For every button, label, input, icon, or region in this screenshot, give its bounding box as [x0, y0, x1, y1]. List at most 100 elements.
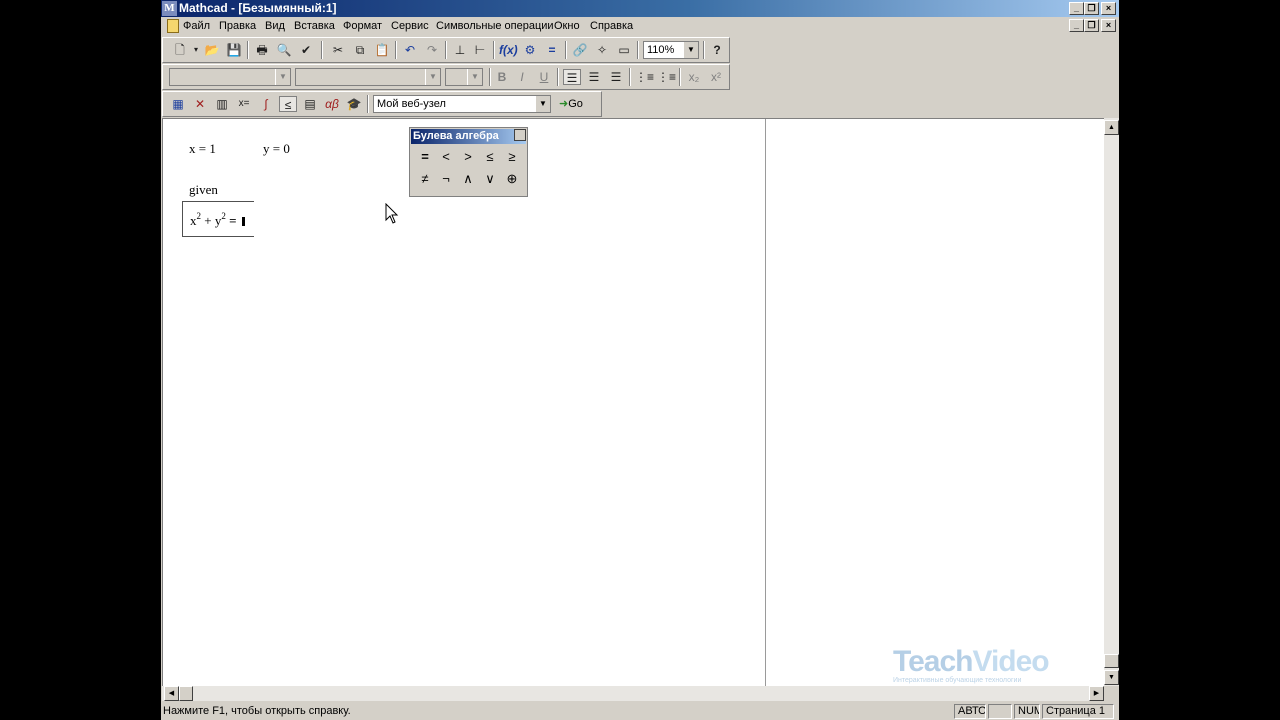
chevron-down-icon[interactable]: ▼	[683, 42, 698, 58]
web-url-select[interactable]: Мой веб-узел ▼	[373, 95, 551, 113]
bool-greater-button[interactable]: >	[458, 147, 478, 167]
go-button[interactable]: ➜Go	[559, 96, 583, 112]
calculator-palette-icon[interactable]: ▦	[169, 96, 187, 112]
status-hint: Нажмите F1, чтобы открыть справку.	[163, 705, 351, 717]
vertical-scrollbar[interactable]: ▲ ▼	[1104, 118, 1119, 686]
insert-function-icon[interactable]: f(x)	[499, 42, 518, 58]
doc-close-button[interactable]: ×	[1101, 19, 1116, 32]
matrix-palette-icon[interactable]: ▥	[213, 96, 231, 112]
eq-x-exponent: 2	[196, 211, 202, 221]
bool-less-equal-button[interactable]: ≤	[480, 147, 500, 167]
programming-palette-icon[interactable]: ▤	[301, 96, 319, 112]
menu-format[interactable]: Формат	[343, 20, 382, 33]
mathcad-app-icon[interactable]: M	[162, 1, 177, 16]
zoom-select[interactable]: 110% ▼	[643, 41, 699, 59]
symbolic-palette-icon[interactable]: 🎓	[345, 96, 363, 112]
chevron-down-icon[interactable]: ▼	[535, 96, 550, 112]
menu-insert[interactable]: Вставка	[294, 20, 335, 33]
scroll-down-icon[interactable]: ▼	[1104, 670, 1119, 685]
help-icon[interactable]: ?	[708, 42, 726, 58]
menu-window[interactable]: Окно	[554, 20, 580, 33]
scroll-corner	[1104, 686, 1119, 701]
horizontal-scroll-thumb[interactable]	[179, 686, 193, 701]
undo-icon[interactable]: ↶	[401, 42, 419, 58]
bold-button[interactable]: B	[493, 69, 511, 85]
font-select[interactable]: ▼	[295, 68, 441, 86]
scroll-up-icon[interactable]: ▲	[1104, 120, 1119, 135]
print-icon[interactable]: 🖶	[253, 42, 271, 58]
insert-unit-icon[interactable]: ⚙	[521, 42, 539, 58]
doc-restore-button[interactable]: ❐	[1084, 19, 1099, 32]
calculus-palette-icon[interactable]: ∫	[257, 96, 275, 112]
palette-close-icon[interactable]	[514, 129, 526, 141]
menu-file[interactable]: Файл	[183, 20, 210, 33]
watermark-video: Video	[972, 645, 1049, 678]
x-definition[interactable]: x = 1	[189, 141, 216, 157]
align-horizontal-icon[interactable]: ⊥	[451, 42, 469, 58]
insert-region-icon[interactable]: ▭	[615, 42, 633, 58]
vertical-scroll-thumb[interactable]	[1104, 654, 1119, 668]
open-icon[interactable]: 📂	[203, 42, 221, 58]
paste-icon[interactable]: 📋	[373, 42, 391, 58]
bool-equal-button[interactable]: =	[415, 147, 435, 167]
copy-icon[interactable]: ⧉	[351, 42, 369, 58]
chevron-down-icon[interactable]: ▼	[425, 69, 440, 85]
evaluation-palette-icon[interactable]: x=	[235, 96, 253, 112]
bool-not-equal-button[interactable]: ≠	[415, 169, 435, 189]
menu-tools[interactable]: Сервис	[391, 20, 429, 33]
chevron-down-icon[interactable]: ▼	[275, 69, 290, 85]
spell-check-icon[interactable]: ✔	[297, 42, 315, 58]
eq-y-exponent: 2	[221, 211, 226, 221]
align-center-icon[interactable]: ☰	[585, 69, 603, 85]
menu-view[interactable]: Вид	[265, 20, 285, 33]
given-keyword[interactable]: given	[189, 182, 218, 198]
bullet-list-icon[interactable]: ⋮≡	[635, 69, 654, 85]
align-left-icon[interactable]: ☰	[563, 69, 581, 85]
horizontal-scrollbar[interactable]: ◀ ▶	[162, 686, 1104, 701]
insert-hyperlink-icon[interactable]: 🔗	[571, 42, 589, 58]
redo-icon[interactable]: ↷	[423, 42, 441, 58]
menu-help[interactable]: Справка	[590, 20, 633, 33]
cut-icon[interactable]: ✂	[329, 42, 347, 58]
worksheet[interactable]: x = 1 y = 0 given x2 + y2 = Булева алгеб…	[162, 118, 1104, 686]
style-select[interactable]: ▼	[169, 68, 291, 86]
calculate-icon[interactable]: =	[543, 42, 561, 58]
scroll-right-icon[interactable]: ▶	[1089, 686, 1104, 701]
boolean-palette-title[interactable]: Булева алгебра	[411, 129, 526, 144]
underline-button[interactable]: U	[535, 69, 553, 85]
menu-symbolics[interactable]: Символьные операции	[436, 20, 554, 33]
close-button[interactable]: ×	[1101, 2, 1116, 15]
italic-button[interactable]: I	[513, 69, 531, 85]
boolean-palette-icon[interactable]: ≤	[279, 96, 297, 112]
greek-palette-icon[interactable]: αβ	[323, 96, 341, 112]
document-icon[interactable]	[167, 19, 179, 33]
doc-minimize-button[interactable]: _	[1069, 19, 1084, 32]
subscript-icon[interactable]: x₂	[685, 69, 703, 85]
save-icon[interactable]: 💾	[225, 42, 243, 58]
constraint-equation[interactable]: x2 + y2 =	[190, 211, 245, 229]
y-definition[interactable]: y = 0	[263, 141, 290, 157]
size-select[interactable]: ▼	[445, 68, 483, 86]
bool-and-button[interactable]: ∧	[458, 169, 478, 189]
bool-xor-button[interactable]: ⊕	[502, 169, 522, 189]
toolbar-separator	[367, 95, 369, 113]
minimize-button[interactable]: _	[1069, 2, 1084, 15]
graph-palette-icon[interactable]: ✕	[191, 96, 209, 112]
toolbar-separator	[247, 41, 249, 59]
align-right-icon[interactable]: ☰	[607, 69, 625, 85]
superscript-icon[interactable]: x²	[707, 69, 725, 85]
chevron-down-icon[interactable]: ▼	[467, 69, 482, 85]
align-vertical-icon[interactable]: ⊢	[471, 42, 489, 58]
equation-editing-box[interactable]: x2 + y2 =	[182, 201, 254, 237]
toolbar-separator	[703, 41, 705, 59]
bool-greater-equal-button[interactable]: ≥	[502, 147, 522, 167]
numbered-list-icon[interactable]: ⋮≡	[657, 69, 676, 85]
print-preview-icon[interactable]: 🔍	[275, 42, 293, 58]
component-wizard-icon[interactable]: ✧	[593, 42, 611, 58]
maximize-button[interactable]: ❐	[1084, 2, 1099, 15]
bool-less-button[interactable]: <	[436, 147, 456, 167]
scroll-left-icon[interactable]: ◀	[164, 686, 179, 701]
menu-edit[interactable]: Правка	[219, 20, 256, 33]
bool-or-button[interactable]: ∨	[480, 169, 500, 189]
bool-not-button[interactable]: ¬	[436, 169, 456, 189]
